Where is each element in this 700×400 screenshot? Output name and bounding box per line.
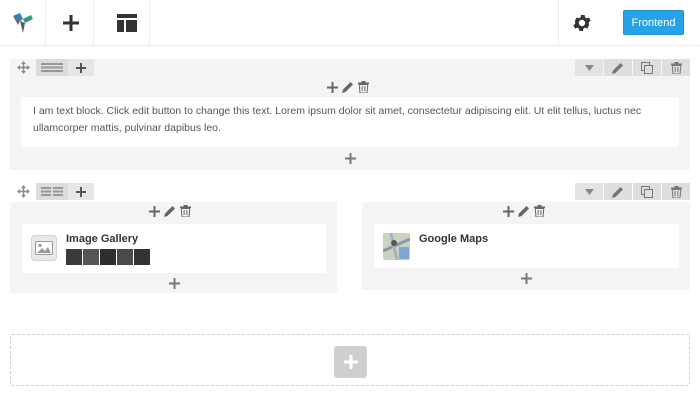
add-row-button[interactable] <box>334 346 367 378</box>
settings-button[interactable] <box>558 0 604 46</box>
gallery-thumb <box>100 249 116 265</box>
row-1: I am text block. Click edit button to ch… <box>10 59 690 170</box>
pencil-icon[interactable] <box>342 81 354 93</box>
copy-icon <box>641 61 653 74</box>
row-delete-button[interactable] <box>662 59 690 76</box>
column-2-controls <box>503 205 545 217</box>
row-clone-button[interactable] <box>633 59 661 76</box>
plus-icon[interactable] <box>521 273 532 284</box>
plus-icon[interactable] <box>169 278 180 289</box>
gallery-thumb <box>134 249 150 265</box>
row-layout-button[interactable] <box>36 183 68 200</box>
plus-icon[interactable] <box>149 205 160 217</box>
row-toggle-button[interactable] <box>575 59 603 76</box>
column-1: Image Gallery <box>10 202 337 293</box>
column-1-controls <box>149 205 191 217</box>
row-clone-button[interactable] <box>633 183 661 200</box>
caret-down-icon <box>584 188 594 195</box>
image-gallery-element[interactable]: Image Gallery <box>22 224 326 273</box>
trash-icon[interactable] <box>534 205 545 217</box>
text-block-controls <box>327 81 369 93</box>
gallery-thumb <box>66 249 82 265</box>
add-element-button[interactable] <box>48 0 94 46</box>
pencil-icon <box>612 186 623 198</box>
row-add-column-button[interactable] <box>68 59 94 76</box>
layout-icon <box>116 14 137 32</box>
plus-icon <box>76 186 86 197</box>
plus-icon[interactable] <box>345 153 356 164</box>
row-add-column-button[interactable] <box>68 183 94 200</box>
top-toolbar: Frontend <box>0 0 700 46</box>
gallery-thumbnails <box>66 249 150 265</box>
pencil-icon[interactable] <box>518 205 530 217</box>
columns-icon <box>41 187 63 196</box>
google-maps-element[interactable]: Google Maps <box>374 224 679 268</box>
row-edit-button[interactable] <box>604 59 632 76</box>
copy-icon <box>641 185 653 198</box>
text-block-content: I am text block. Click edit button to ch… <box>33 105 642 134</box>
row-2-left-controls <box>10 183 94 200</box>
move-icon <box>16 185 30 198</box>
plus-icon <box>343 355 358 369</box>
gallery-thumb <box>117 249 133 265</box>
row-move-handle[interactable] <box>10 59 36 76</box>
row-1-left-controls <box>10 59 94 76</box>
row-move-handle[interactable] <box>10 183 36 200</box>
row-delete-button[interactable] <box>662 183 690 200</box>
trash-icon[interactable] <box>180 205 191 217</box>
vc-logo-icon <box>12 13 33 33</box>
gear-icon <box>572 15 591 31</box>
pencil-icon[interactable] <box>164 205 176 217</box>
column-2: Google Maps <box>362 202 690 290</box>
row-2-right-controls <box>574 183 690 200</box>
plus-icon[interactable] <box>503 205 514 217</box>
frontend-button[interactable]: Frontend <box>623 10 684 35</box>
row-layout-button[interactable] <box>36 59 68 76</box>
gallery-thumb <box>83 249 99 265</box>
google-maps-icon <box>383 233 410 260</box>
columns-icon <box>41 63 63 72</box>
plus-icon <box>76 62 86 73</box>
trash-icon[interactable] <box>358 81 369 93</box>
image-gallery-icon <box>31 235 57 261</box>
logo-button[interactable] <box>0 0 46 46</box>
caret-down-icon <box>584 64 594 71</box>
templates-button[interactable] <box>104 0 150 46</box>
row-1-right-controls <box>574 59 690 76</box>
row-edit-button[interactable] <box>604 183 632 200</box>
move-icon <box>16 61 30 74</box>
plus-icon[interactable] <box>327 81 338 93</box>
trash-icon <box>670 61 682 74</box>
row-toggle-button[interactable] <box>575 183 603 200</box>
element-title: Google Maps <box>419 233 489 245</box>
text-block[interactable]: I am text block. Click edit button to ch… <box>21 97 679 147</box>
element-title: Image Gallery <box>66 233 139 245</box>
trash-icon <box>670 185 682 198</box>
pencil-icon <box>612 62 623 74</box>
plus-icon <box>62 15 79 31</box>
